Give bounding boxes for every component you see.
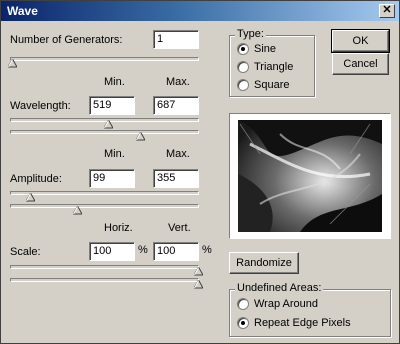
scale-vert-slider-thumb[interactable] — [194, 280, 203, 289]
scale-horiz-field[interactable]: 100 — [89, 242, 135, 261]
amplitude-max-field[interactable]: 355 — [153, 169, 199, 188]
wavelength-max-header: Max. — [166, 76, 190, 88]
generators-slider-thumb[interactable] — [8, 59, 17, 68]
type-sine-label[interactable]: Sine — [254, 43, 276, 55]
scale-horiz-header: Horiz. — [104, 222, 133, 234]
title-bar[interactable]: Wave ✕ — [1, 1, 399, 21]
wave-preview-image — [230, 114, 390, 238]
amplitude-min-slider-thumb[interactable] — [26, 193, 35, 202]
scale-horiz-unit: % — [138, 244, 148, 256]
ok-button[interactable]: OK — [331, 29, 390, 53]
generators-slider-track[interactable] — [10, 57, 199, 61]
amplitude-max-slider-track[interactable] — [10, 204, 199, 208]
amplitude-max-slider-thumb[interactable] — [73, 206, 82, 215]
scale-vert-field[interactable]: 100 — [153, 242, 199, 261]
scale-horiz-slider-thumb[interactable] — [194, 267, 203, 276]
type-sine-radio[interactable] — [237, 43, 249, 55]
wavelength-max-field[interactable]: 687 — [153, 96, 199, 115]
wavelength-min-field[interactable]: 519 — [89, 96, 135, 115]
type-group-title: Type: — [235, 28, 266, 40]
close-button[interactable]: ✕ — [379, 4, 395, 18]
scale-vert-unit: % — [202, 244, 212, 256]
undefined-areas-group — [229, 289, 391, 337]
repeat-edge-pixels-radio[interactable] — [237, 317, 249, 329]
amplitude-min-header: Min. — [104, 148, 125, 160]
scale-horiz-slider-track[interactable] — [10, 265, 199, 269]
preview-frame — [229, 113, 391, 239]
close-icon: ✕ — [382, 4, 392, 16]
wave-dialog: Wave ✕ Number of Generators: 1 Min. Max.… — [0, 0, 400, 344]
wavelength-label: Wavelength: — [10, 100, 71, 112]
type-triangle-radio[interactable] — [237, 61, 249, 73]
generators-label: Number of Generators: — [10, 34, 123, 46]
amplitude-label: Amplitude: — [10, 173, 62, 185]
type-square-radio[interactable] — [237, 79, 249, 91]
wavelength-min-slider-thumb[interactable] — [104, 120, 113, 129]
scale-vert-slider-track[interactable] — [10, 278, 199, 282]
dialog-title: Wave — [7, 4, 38, 18]
generators-field[interactable]: 1 — [153, 30, 199, 49]
amplitude-max-header: Max. — [166, 148, 190, 160]
scale-label: Scale: — [10, 246, 41, 258]
randomize-button[interactable]: Randomize — [229, 252, 299, 274]
cancel-button[interactable]: Cancel — [332, 53, 389, 75]
type-triangle-label[interactable]: Triangle — [254, 61, 293, 73]
type-square-label[interactable]: Square — [254, 79, 289, 91]
wrap-around-label[interactable]: Wrap Around — [254, 298, 318, 310]
amplitude-min-slider-track[interactable] — [10, 191, 199, 195]
amplitude-min-field[interactable]: 99 — [89, 169, 135, 188]
wrap-around-radio[interactable] — [237, 298, 249, 310]
repeat-edge-pixels-label[interactable]: Repeat Edge Pixels — [254, 317, 351, 329]
wavelength-min-header: Min. — [104, 76, 125, 88]
undefined-areas-title: Undefined Areas: — [235, 282, 324, 294]
scale-vert-header: Vert. — [168, 222, 191, 234]
wavelength-max-slider-thumb[interactable] — [136, 132, 145, 141]
wavelength-max-slider-track[interactable] — [10, 130, 199, 134]
